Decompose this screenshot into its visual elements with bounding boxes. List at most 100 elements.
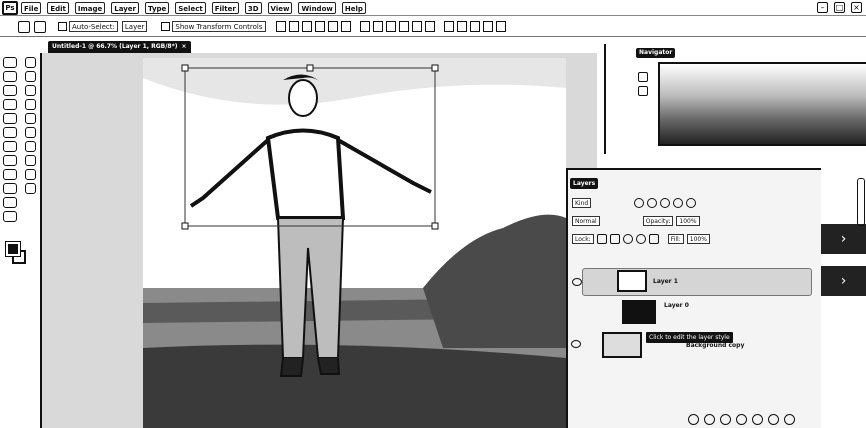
distribute-vcenter-icon[interactable] [372,21,383,32]
foreground-color-swatch[interactable] [5,241,21,257]
new-group-icon[interactable] [752,414,763,425]
quick-mask-icon[interactable] [24,169,36,180]
eyedropper-icon[interactable] [3,127,17,138]
minimize-button[interactable]: – [817,2,828,13]
3d-scale-icon[interactable] [495,21,506,32]
marquee-icon[interactable] [3,71,17,82]
eraser-icon[interactable] [3,197,17,208]
path-select-icon[interactable] [24,113,36,124]
blur-icon[interactable] [24,57,36,68]
histogram-icon[interactable] [638,86,648,96]
distribute-bottom-icon[interactable] [385,21,396,32]
shape-icon[interactable] [24,127,36,138]
expand-panel-button[interactable]: › [821,266,866,296]
filter-shape-icon[interactable] [673,198,684,208]
history-brush-icon[interactable] [3,183,17,194]
distribute-hcenter-icon[interactable] [411,21,422,32]
align-hcenter-icon[interactable] [327,21,338,32]
close-button[interactable]: × [851,2,862,13]
add-mask-icon[interactable] [720,414,731,425]
crop-icon[interactable] [3,113,17,124]
align-bottom-icon[interactable] [301,21,312,32]
align-left-icon[interactable] [314,21,325,32]
close-tab-icon[interactable]: × [181,43,186,50]
new-layer-icon[interactable] [768,414,779,425]
menu-edit[interactable]: Edit [47,1,69,14]
panel-scrollbar[interactable] [857,178,865,226]
zoom-icon[interactable] [24,155,36,166]
menu-image[interactable]: Image [74,1,106,14]
menu-layer[interactable]: Layer [111,1,139,14]
menu-file[interactable]: File [21,1,42,14]
hand-icon[interactable] [24,141,36,152]
pen-icon[interactable] [24,85,36,96]
filter-smart-object-icon[interactable] [686,198,697,208]
add-style-icon[interactable] [704,414,715,425]
menu-view[interactable]: View [267,1,293,14]
layers-tab[interactable]: Layers [570,178,599,189]
3d-roll-icon[interactable] [456,21,467,32]
lock-image-icon[interactable] [609,234,620,244]
filter-type-icon[interactable] [660,198,671,208]
3d-rotate-icon[interactable] [443,21,454,32]
align-top-icon[interactable] [275,21,286,32]
gradient-icon[interactable] [3,211,17,222]
brush-icon[interactable] [3,155,17,166]
show-transform-checkbox[interactable] [161,22,171,31]
type-icon[interactable] [24,99,36,110]
menu-select[interactable]: Select [175,1,206,14]
fill-field[interactable]: 100% [686,234,710,244]
opacity-field[interactable]: 100% [676,216,700,226]
healing-brush-icon[interactable] [3,141,17,152]
delete-layer-icon[interactable] [784,414,795,425]
maximize-button[interactable]: □ [834,2,845,13]
lock-transparent-icon[interactable] [596,234,607,244]
move-icon[interactable] [3,57,17,68]
move-tool-icon[interactable] [18,20,30,33]
new-adjustment-icon[interactable] [736,414,747,425]
align-right-icon[interactable] [340,21,351,32]
visibility-eye-icon[interactable] [571,340,581,348]
distribute-left-icon[interactable] [398,21,409,32]
transform-handle[interactable] [431,222,439,230]
layer-name[interactable]: Layer 0 [664,302,689,309]
link-layers-icon[interactable] [688,414,699,425]
menu-type[interactable]: Type [145,1,170,14]
auto-select-dropdown[interactable]: Layer [121,21,148,32]
transform-handle[interactable] [431,64,439,72]
clone-stamp-icon[interactable] [3,169,17,180]
3d-pan-icon[interactable] [469,21,480,32]
filter-pixel-icon[interactable] [634,198,645,208]
lock-position-icon[interactable] [622,234,633,244]
menu-help[interactable]: Help [341,1,366,14]
navigator-tab[interactable]: Navigator [636,48,676,58]
lasso-icon[interactable] [3,85,17,96]
layer-name[interactable]: Background copy [686,342,744,349]
lock-artboard-icon[interactable] [635,234,646,244]
blend-mode-dropdown[interactable]: Normal [572,216,600,226]
layer-name[interactable]: Layer 1 [653,278,678,285]
transform-handle[interactable] [306,64,314,72]
transform-handle[interactable] [181,64,189,72]
visibility-eye-icon[interactable] [572,278,582,286]
navigator-thumbnail[interactable] [658,62,866,146]
navigator-toggle-icon[interactable] [638,72,648,82]
screen-mode-icon[interactable] [24,183,36,194]
kind-filter-dropdown[interactable]: Kind [572,198,592,208]
menu-3d[interactable]: 3D [244,1,262,14]
document-canvas[interactable] [143,58,566,428]
auto-select-checkbox[interactable] [58,22,67,31]
3d-slide-icon[interactable] [482,21,493,32]
align-vcenter-icon[interactable] [288,21,299,32]
distribute-right-icon[interactable] [424,21,435,32]
distribute-top-icon[interactable] [359,21,370,32]
lock-all-icon[interactable] [648,234,659,244]
expand-panel-button[interactable]: › [821,224,866,254]
dodge-icon[interactable] [24,71,36,82]
filter-adjustment-icon[interactable] [647,198,658,208]
menu-window[interactable]: Window [298,1,336,14]
layer-row[interactable]: Layer 1 [572,268,812,296]
menu-filter[interactable]: Filter [211,1,239,14]
document-tab[interactable]: Untitled-1 @ 66.7% (Layer 1, RGB/8*) × [48,41,191,53]
tool-preset-icon[interactable] [34,20,46,33]
